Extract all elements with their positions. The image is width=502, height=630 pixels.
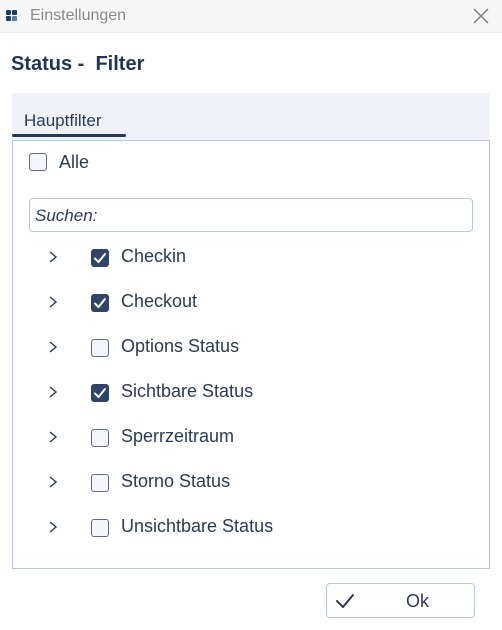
list-item: Checkout — [13, 283, 489, 323]
item-checkbox[interactable] — [91, 474, 109, 492]
list-item: Storno Status — [13, 463, 489, 503]
title-bar: Einstellungen — [0, 0, 502, 33]
item-checkbox[interactable] — [91, 519, 109, 537]
list-item: Checkin — [13, 238, 489, 278]
item-label: Options Status — [121, 336, 240, 356]
window-title: Einstellungen — [30, 7, 127, 24]
checkmark-icon — [335, 592, 355, 615]
chevron-right-icon[interactable] — [47, 520, 59, 534]
select-all-label: Alle — [59, 152, 90, 172]
item-label: Sichtbare Status — [121, 381, 254, 401]
chevron-right-icon[interactable] — [47, 385, 59, 399]
search-box — [29, 198, 473, 232]
item-label: Sperrzeitraum — [121, 426, 235, 446]
close-icon[interactable] — [470, 5, 492, 27]
list-item: Sichtbare Status — [13, 373, 489, 413]
ok-label: Ok — [406, 591, 430, 611]
list-item: Options Status — [13, 328, 489, 368]
select-all-checkbox[interactable] — [29, 153, 47, 171]
item-checkbox[interactable] — [91, 384, 109, 402]
chevron-right-icon[interactable] — [47, 250, 59, 264]
chevron-right-icon[interactable] — [47, 475, 59, 489]
tab-label: Hauptfilter — [24, 111, 102, 130]
item-checkbox[interactable] — [91, 249, 109, 267]
page-title: Status - Filter — [11, 53, 145, 75]
ok-button[interactable]: Ok — [326, 583, 475, 618]
item-checkbox[interactable] — [91, 294, 109, 312]
chevron-right-icon[interactable] — [47, 295, 59, 309]
item-label: Storno Status — [121, 471, 231, 491]
active-tab-indicator — [12, 134, 126, 137]
app-grid-icon — [6, 10, 18, 22]
chevron-right-icon[interactable] — [47, 430, 59, 444]
item-checkbox[interactable] — [91, 339, 109, 357]
chevron-right-icon[interactable] — [47, 340, 59, 354]
item-label: Checkout — [121, 291, 198, 311]
tab-bar: Hauptfilter — [12, 93, 490, 140]
filter-panel: Alle Checkin Checkout Options Status Sichtb… — [12, 140, 490, 569]
item-checkbox[interactable] — [91, 429, 109, 447]
item-label: Unsichtbare Status — [121, 516, 274, 536]
item-label: Checkin — [121, 246, 187, 266]
search-input[interactable] — [35, 206, 455, 226]
list-item: Sperrzeitraum — [13, 418, 489, 458]
list-item: Unsichtbare Status — [13, 508, 489, 548]
tab-hauptfilter[interactable]: Hauptfilter — [12, 93, 126, 138]
